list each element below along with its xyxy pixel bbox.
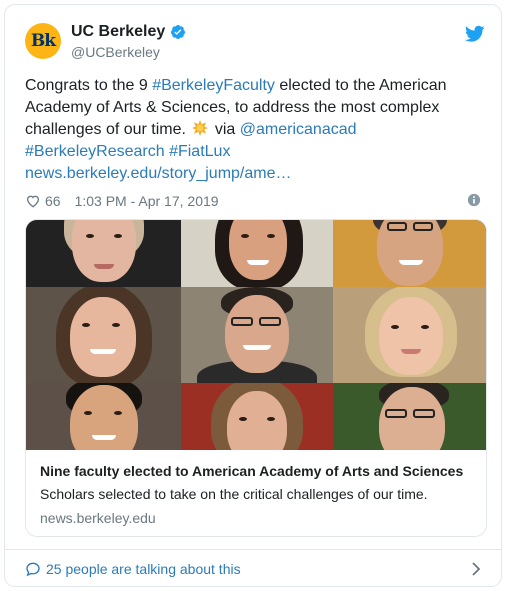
link-card[interactable]: Nine faculty elected to American Academy…: [25, 219, 487, 537]
like-count[interactable]: 66: [45, 193, 61, 209]
faculty-photo: [333, 220, 486, 287]
tweet-text: Congrats to the 9 #BerkeleyFaculty elect…: [25, 75, 485, 185]
card-image[interactable]: [26, 220, 486, 450]
card-body[interactable]: Nine faculty elected to American Academy…: [26, 450, 486, 536]
talking-count-text[interactable]: 25 people are talking about this: [46, 561, 241, 577]
card-domain: news.berkeley.edu: [40, 510, 156, 526]
tweet-text-segment: Congrats to the 9: [25, 77, 153, 94]
card-title[interactable]: Nine faculty elected to American Academy…: [40, 462, 472, 480]
display-name[interactable]: UC Berkeley: [71, 23, 165, 41]
mention-link[interactable]: @americanacad: [240, 121, 357, 138]
faculty-photo: [26, 383, 181, 450]
tweet-embed: Bk UC Berkeley @UCBerkeley Congrats to t…: [4, 4, 502, 587]
tweet-meta: 66 1:03 PM - Apr 17, 2019: [25, 191, 485, 211]
card-description: Scholars selected to take on the critica…: [40, 486, 428, 502]
tweet-text-segment: via: [210, 121, 240, 138]
author-info[interactable]: UC Berkeley @UCBerkeley: [71, 22, 186, 60]
hashtag-link[interactable]: #BerkeleyFaculty: [152, 77, 275, 94]
avatar[interactable]: Bk: [25, 23, 61, 59]
chevron-right-icon[interactable]: [471, 562, 481, 576]
hashtag-link[interactable]: #FiatLux: [169, 143, 230, 160]
heart-icon[interactable]: [25, 193, 41, 209]
hashtag-link[interactable]: #BerkeleyResearch: [25, 143, 165, 160]
conversation-link[interactable]: 25 people are talking about this: [5, 549, 501, 587]
faculty-photo: [181, 220, 333, 287]
handle[interactable]: @UCBerkeley: [71, 44, 186, 60]
url-link[interactable]: news.berkeley.edu/story_jump/ame…: [25, 165, 292, 182]
faculty-photo: [181, 287, 333, 383]
timestamp-link[interactable]: 1:03 PM - Apr 17, 2019: [75, 193, 219, 209]
twitter-bird-icon[interactable]: [465, 25, 485, 43]
tweet-header: Bk UC Berkeley @UCBerkeley: [23, 21, 485, 61]
speech-bubble-icon: [26, 562, 40, 576]
faculty-photo: [333, 287, 486, 383]
info-icon[interactable]: [467, 193, 481, 207]
verified-badge-icon: [171, 25, 186, 39]
faculty-photo: [333, 383, 486, 450]
faculty-photo: [26, 287, 181, 383]
sun-emoji-icon: [192, 120, 209, 136]
faculty-photo: [26, 220, 181, 287]
faculty-photo: [181, 383, 333, 450]
